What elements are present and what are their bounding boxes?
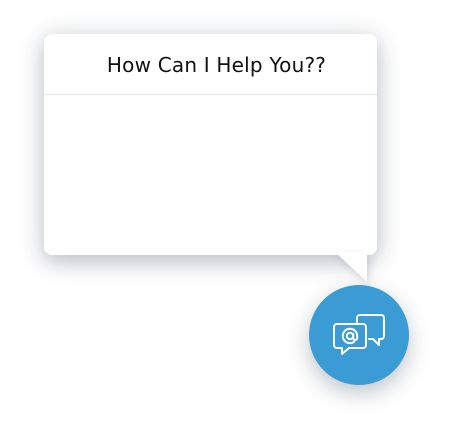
popup-title: How Can I Help You??: [106, 53, 327, 77]
popup-header: How Can I Help You??: [44, 34, 377, 95]
chat-launcher-button[interactable]: [309, 285, 409, 385]
popup-pointer: [335, 252, 367, 282]
email-chat-bubbles-icon: [329, 308, 389, 362]
popup-body: [44, 95, 377, 255]
chat-widget: How Can I Help You??: [0, 0, 452, 438]
chat-popup: How Can I Help You??: [44, 34, 377, 255]
